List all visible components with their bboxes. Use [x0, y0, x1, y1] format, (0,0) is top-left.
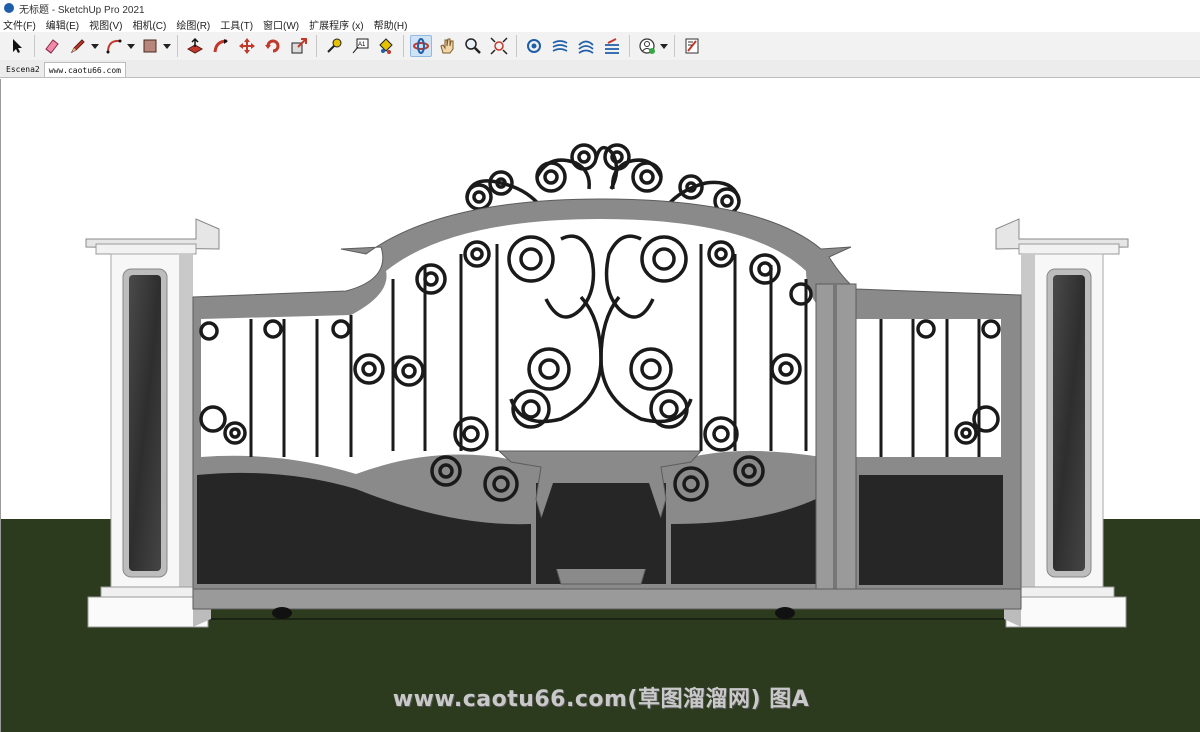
account-icon[interactable] — [636, 35, 658, 57]
account-dropdown-icon[interactable] — [659, 35, 668, 57]
menu-edit[interactable]: 编辑(E) — [46, 17, 79, 32]
menu-extensions[interactable]: 扩展程序 (x) — [309, 17, 363, 32]
sandbox-from-contours-icon[interactable] — [549, 35, 571, 57]
rectangle-dropdown-icon[interactable] — [162, 35, 171, 57]
main-toolbar: A1 — [0, 32, 1200, 60]
rotate-tool-icon[interactable] — [262, 35, 284, 57]
title-bar: 无标题 - SketchUp Pro 2021 — [0, 0, 1200, 16]
menu-view[interactable]: 视图(V) — [89, 17, 122, 32]
toolbar-divider — [316, 35, 317, 57]
follow-me-tool-icon[interactable] — [210, 35, 232, 57]
move-tool-icon[interactable] — [236, 35, 258, 57]
menu-help[interactable]: 帮助(H) — [374, 17, 408, 32]
scene-tab-escena2[interactable]: Escena2 — [2, 62, 44, 77]
gate-model-drawing — [1, 143, 1200, 732]
arc-tool-icon[interactable] — [103, 35, 125, 57]
toolbar-divider — [403, 35, 404, 57]
toolbar-divider — [516, 35, 517, 57]
text-tool-icon[interactable]: A1 — [349, 35, 371, 57]
menu-file[interactable]: 文件(F) — [3, 17, 36, 32]
toolbar-divider — [629, 35, 630, 57]
sketchup-logo-icon — [4, 3, 14, 13]
menu-tools[interactable]: 工具(T) — [220, 17, 253, 32]
zoom-tool-icon[interactable] — [462, 35, 484, 57]
watermark-text: www.caotu66.com(草图溜溜网) 图A — [392, 687, 810, 712]
geo-location-icon[interactable] — [523, 35, 545, 57]
menu-camera[interactable]: 相机(C) — [132, 17, 166, 32]
scale-tool-icon[interactable] — [288, 35, 310, 57]
menu-bar: 文件(F) 编辑(E) 视图(V) 相机(C) 绘图(R) 工具(T) 窗口(W… — [0, 16, 1200, 32]
model-viewport[interactable]: www.caotu66.com(草图溜溜网) 图A — [0, 79, 1200, 732]
pan-tool-icon[interactable] — [436, 35, 458, 57]
window-title: 无标题 - SketchUp Pro 2021 — [19, 4, 145, 16]
toolbar-divider — [34, 35, 35, 57]
select-tool-icon[interactable] — [6, 35, 28, 57]
pencil-tool-icon[interactable] — [67, 35, 89, 57]
pencil-dropdown-icon[interactable] — [90, 35, 99, 57]
svg-text:A1: A1 — [358, 42, 366, 48]
toolbar-divider — [674, 35, 675, 57]
scene-tab-caotu66[interactable]: www.caotu66.com — [43, 62, 126, 77]
push-pull-tool-icon[interactable] — [184, 35, 206, 57]
extension-warehouse-icon[interactable] — [681, 35, 703, 57]
arc-dropdown-icon[interactable] — [126, 35, 135, 57]
menu-draw[interactable]: 绘图(R) — [176, 17, 210, 32]
eraser-tool-icon[interactable] — [41, 35, 63, 57]
orbit-tool-icon[interactable] — [410, 35, 432, 57]
paint-bucket-tool-icon[interactable] — [375, 35, 397, 57]
sandbox-smoove-icon[interactable] — [575, 35, 597, 57]
rectangle-tool-icon[interactable] — [139, 35, 161, 57]
sandbox-stamp-icon[interactable] — [601, 35, 623, 57]
toolbar-divider — [177, 35, 178, 57]
tape-measure-tool-icon[interactable] — [323, 35, 345, 57]
scene-tab-bar: Escena2 www.caotu66.com — [0, 60, 1200, 78]
menu-window[interactable]: 窗口(W) — [263, 17, 299, 32]
zoom-extents-tool-icon[interactable] — [488, 35, 510, 57]
